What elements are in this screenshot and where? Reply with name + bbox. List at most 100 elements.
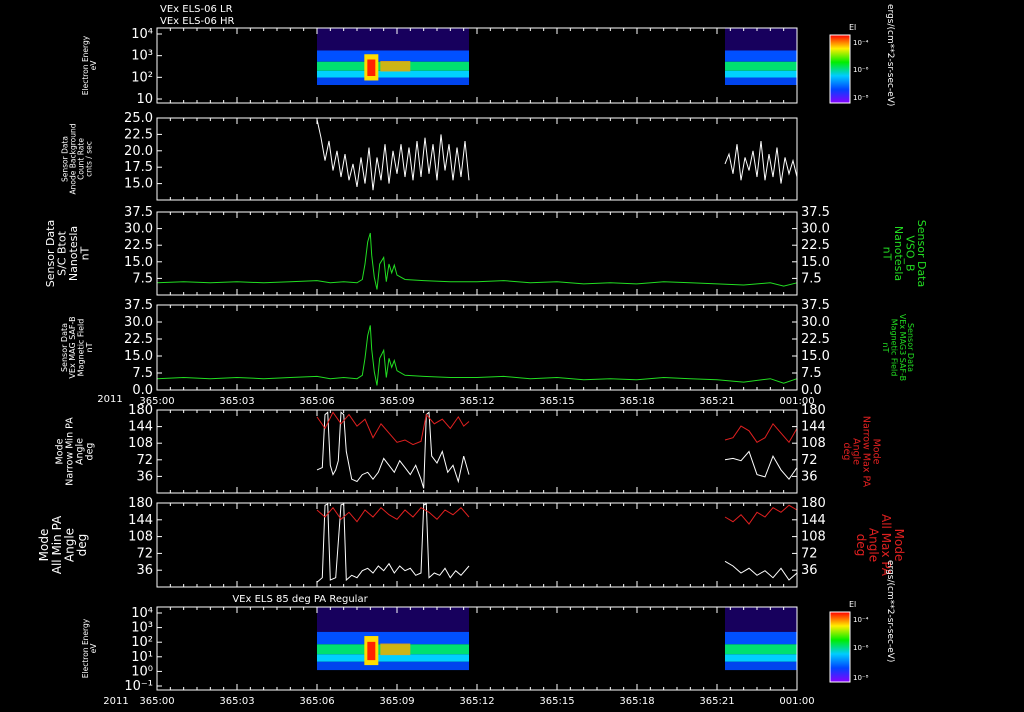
ytick-label-1-3: 17.5 [124,160,153,175]
ylabel-left-6: Electron EnergyeV [81,618,98,678]
ticks-layer [156,28,798,690]
spec-noise-6-0 [317,607,469,632]
spec-band-d-0-0 [317,77,469,85]
ylabel-left-3: Sensor DataVEx MAG SAF-BMagnetic FieldnT [60,316,94,378]
xtick-label-1-6: 365:18 [619,696,654,707]
spec-band-d-0-1 [725,77,797,85]
ytick-label-1-1: 22.5 [124,127,153,142]
ytick-label-4-1: 144 [128,420,153,435]
xtick-label-0-4: 365:12 [459,396,494,407]
ytick-label-1-0: 25.0 [124,111,153,126]
spec-feature-tail-0 [380,61,411,72]
ytick-label-3-4: 7.5 [132,366,153,381]
ylabel-left-line-6-1: eV [89,643,98,654]
series-line-1-1 [724,140,798,184]
series-line-1-0 [316,119,470,191]
series-line-3-0 [156,325,798,386]
panel-frame-0 [156,27,798,104]
ytick-label-5-4: 36 [136,563,153,578]
xtick-label-0-3: 365:09 [379,396,414,407]
ylabel-left-1: Sensor DataAnode BackgroundCount Ratecnt… [61,123,94,194]
ylabel-left-4: ModeNarrow Min PAAngledeg [54,417,95,486]
ytick-right-label-3-1: 30.0 [801,315,830,330]
ytick-label-6-2: 10² [131,635,153,650]
spec-band-a-0-0 [317,50,469,62]
ylabel-left-line-5-3: deg [75,534,89,557]
spec-noise-6-1 [725,607,797,632]
colorbar-top: El 10⁻⁴ 10⁻⁶ 10⁻⁸ ergs/(cm**2-sr-sec-eV) [829,4,895,106]
ytick-label-4-4: 36 [136,469,153,484]
xtick-label-0-8: 001:00 [779,396,814,407]
ytick-right-label-4-1: 144 [801,420,826,435]
ytick-label-5-3: 72 [136,546,153,561]
ylabel-right-line-3-3: nT [881,343,890,353]
ytick-label-5-1: 144 [128,513,153,528]
colorbar-bottom-scale [829,611,851,683]
colorbar-bottom-tick-1: 10⁻⁴ [853,616,869,624]
ytick-right-label-2-3: 15.0 [801,255,830,270]
panel-frame-1 [156,117,798,201]
xtick-label-0-0: 365:00 [139,396,174,407]
ytick-label-3-1: 30.0 [124,315,153,330]
ytick-label-6-0: 10⁴ [131,606,153,621]
ytick-label-2-4: 7.5 [132,271,153,286]
ytick-label-0-3: 10 [136,92,153,107]
spec-band-a-0-1 [725,50,797,62]
xtick-label-1-2: 365:06 [299,696,334,707]
ytick-label-4-2: 108 [128,436,153,451]
ytick-label-3-3: 15.0 [124,349,153,364]
xtick-label-1-8: 001:00 [779,696,814,707]
colorbar-top-scale [829,34,851,104]
spec-feature-tail-6 [380,643,411,656]
ytick-right-label-4-4: 36 [801,469,818,484]
series-line-4-2 [724,450,798,481]
ytick-label-2-0: 37.5 [124,205,153,220]
ylabel-left-line-4-3: deg [84,443,95,461]
xtick-label-1-5: 365:15 [539,696,574,707]
bottom-panel-title: VEx ELS 85 deg PA Regular [232,594,368,605]
ytick-right-label-5-4: 36 [801,563,818,578]
ytick-right-label-5-0: 180 [801,496,826,511]
spec-band-c-0-0 [317,70,469,78]
spec-band-a-6-1 [725,631,797,645]
ytick-label-0-2: 10² [131,70,153,85]
year-label-bottom: 2011 [103,696,128,707]
ytick-label-5-2: 108 [128,530,153,545]
ytick-label-1-4: 15.0 [124,177,153,192]
ylabel-right-line-4-3: deg [841,443,852,461]
colorbar-top-units: ergs/(cm**2-sr-sec-eV) [885,4,895,106]
figure-canvas: VEx ELS-06 LR VEx ELS-06 HR VEx ELS 85 d… [37,4,928,707]
panel-frame-5 [156,502,798,588]
series-line-5-2 [724,560,798,581]
ytick-right-label-3-2: 22.5 [801,332,830,347]
xtick-label-0-6: 365:18 [619,396,654,407]
xtick-label-1-4: 365:12 [459,696,494,707]
xtick-label-0-7: 365:21 [699,396,734,407]
xtick-label-1-1: 365:03 [219,696,254,707]
colorbar-top-tick-3: 10⁻⁸ [853,94,869,102]
frames-layer [156,27,798,691]
ytick-label-3-0: 37.5 [124,298,153,313]
ytick-label-6-4: 10⁰ [131,664,153,679]
ytick-label-0-1: 10³ [131,49,153,64]
ytick-label-6-1: 10³ [131,621,153,636]
spec-band-b-6-1 [725,644,797,655]
spec-noise-0-1 [725,28,797,51]
spec-noise-0-0 [317,28,469,51]
colorbar-top-tick-2: 10⁻⁶ [853,66,869,74]
xtick-label-0-5: 365:15 [539,396,574,407]
ytick-label-1-2: 20.0 [124,144,153,159]
lines-layer [156,119,798,583]
xtick-label-0-1: 365:03 [219,396,254,407]
xtick-label-1-0: 365:00 [139,696,174,707]
ylabel-right-5: ModeAll Max PAAngledeg [854,514,906,577]
ytick-label-2-3: 15.0 [124,255,153,270]
colorbar-bottom-tick-3: 10⁻⁸ [853,674,869,682]
ylabel-left-5: ModeAll Min PAAngledeg [37,515,89,574]
ylabel-left-line-1-3: cnts / sec [84,141,93,177]
ytick-label-6-3: 10¹ [131,650,153,665]
spec-band-a-6-0 [317,631,469,645]
ylabel-right-line-2-3: nT [881,247,894,261]
ytick-label-4-3: 72 [136,453,153,468]
year-label-mid: 2011 [97,394,122,405]
